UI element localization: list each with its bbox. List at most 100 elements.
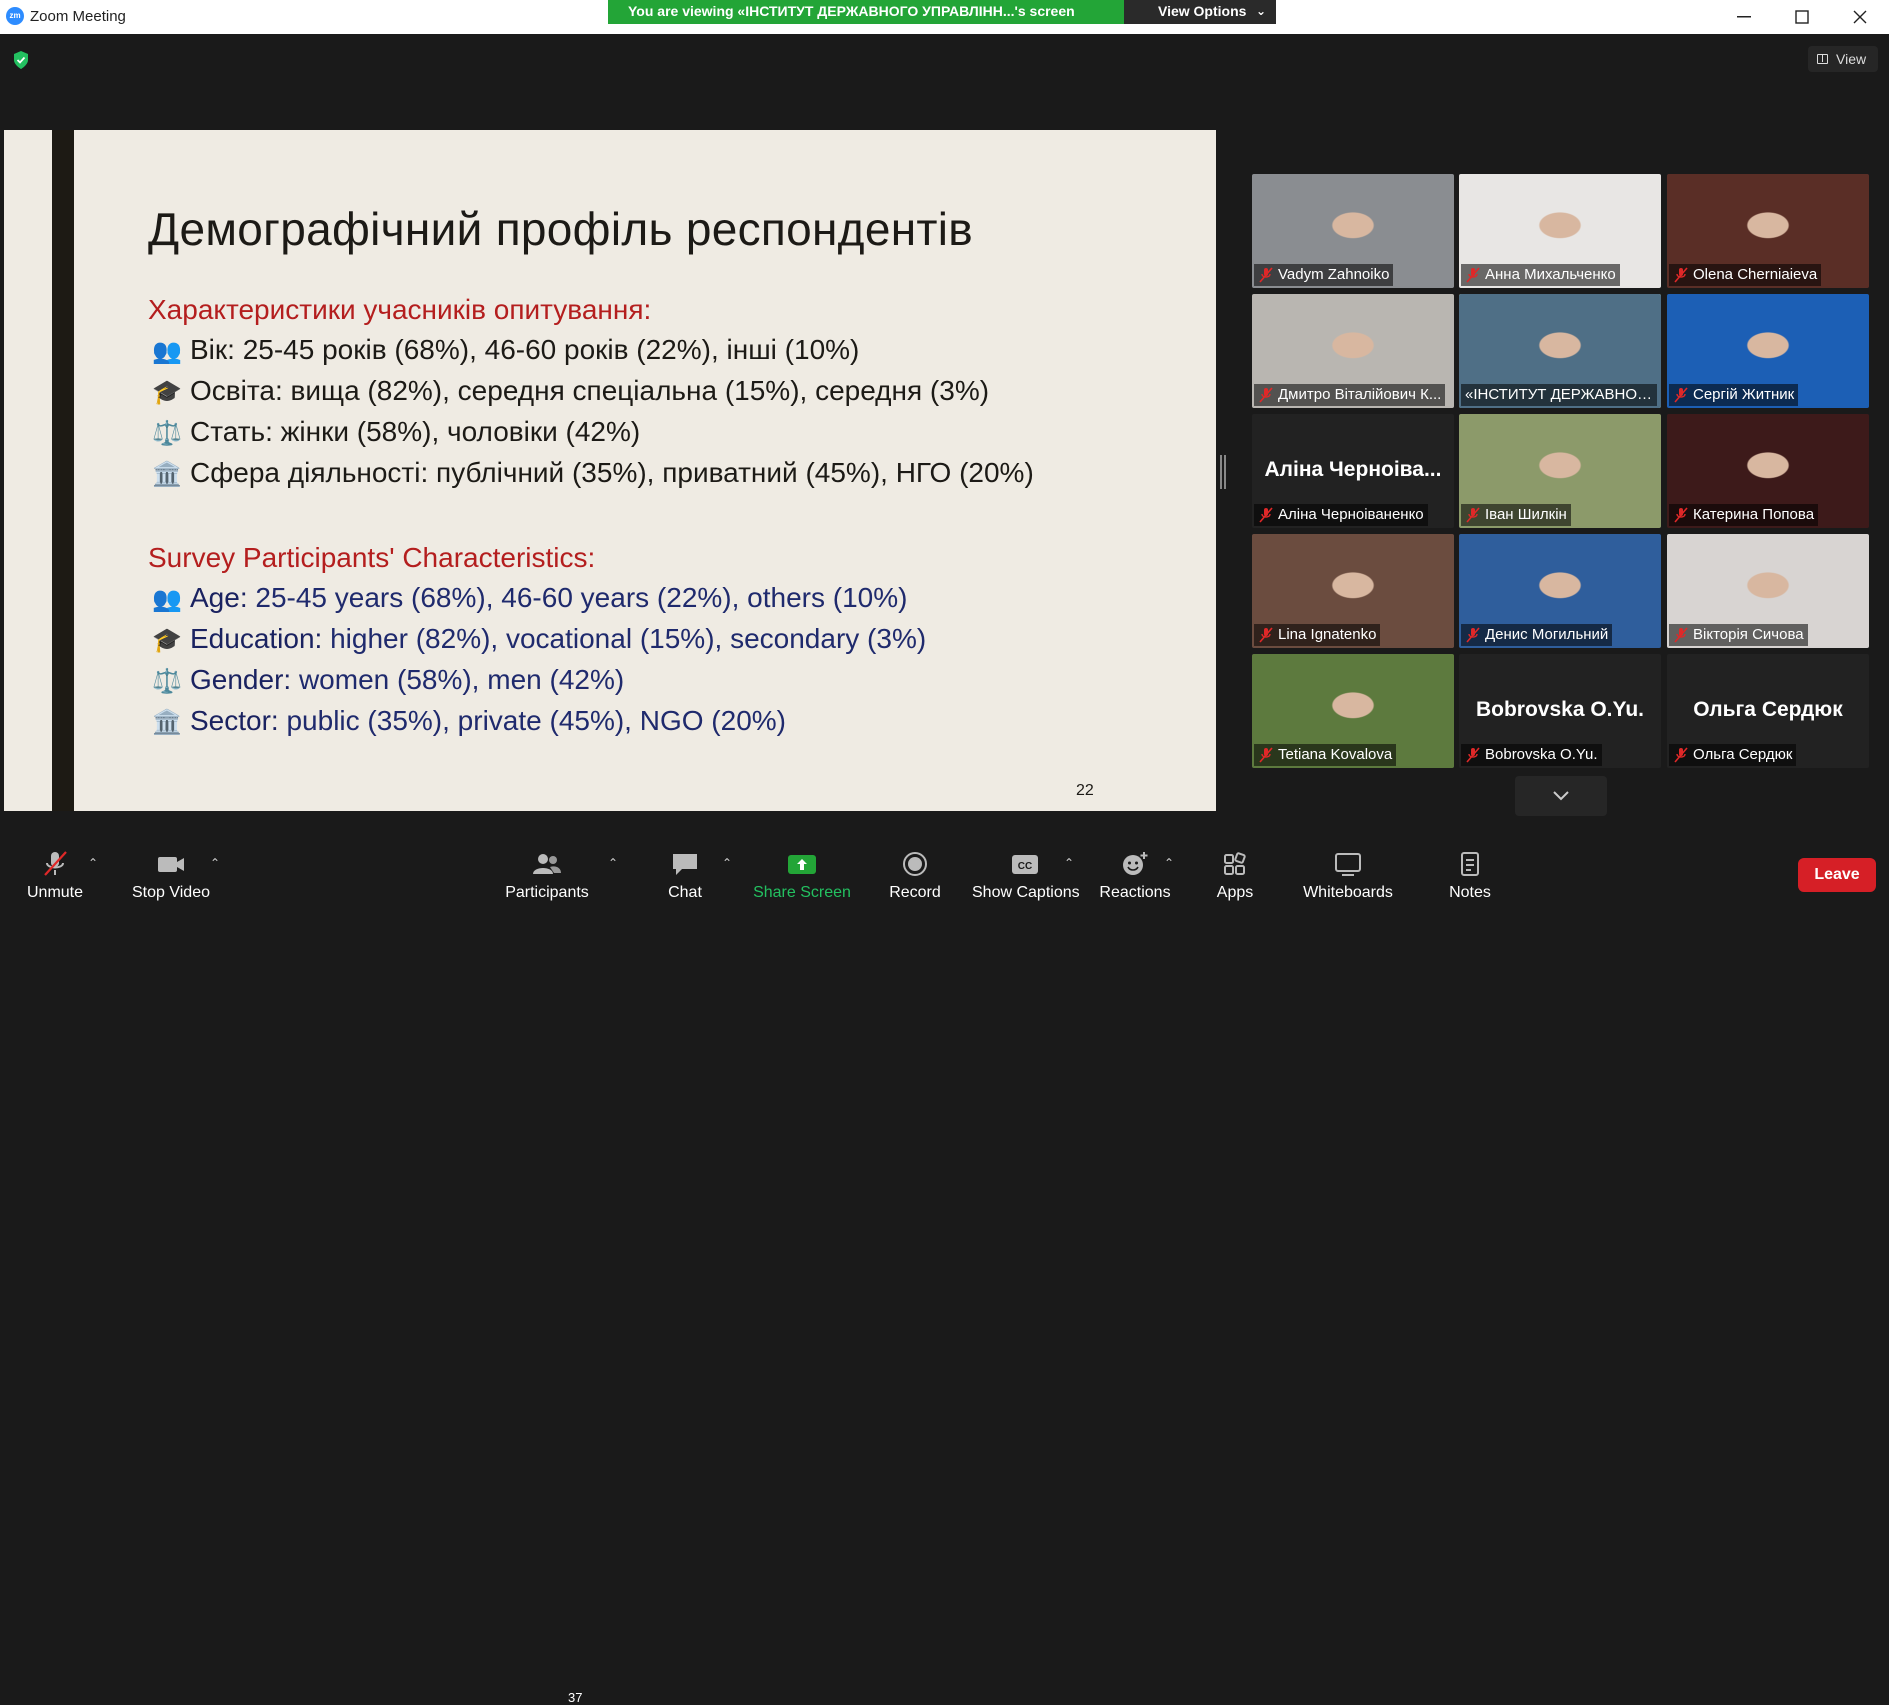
participant-tile[interactable]: Катерина Попова [1667,414,1869,528]
window-title: Zoom Meeting [30,8,126,25]
whiteboards-label: Whiteboards [1303,884,1393,901]
bullet-value: вища (82%), середня спеціальна (15%), се… [282,375,990,406]
audio-options-caret-icon[interactable]: ⌃ [88,856,98,870]
participant-tile[interactable]: Tetiana Kovalova [1252,654,1454,768]
participant-tile[interactable]: Olena Cherniaieva [1667,174,1869,288]
building-icon: 🏛️ [152,709,182,736]
muted-microphone-icon [1674,267,1688,283]
graduation-cap-icon: 🎓 [152,379,182,406]
chevron-down-icon: ⌄ [1255,4,1266,18]
muted-microphone-icon [1466,267,1480,283]
muted-microphone-icon [1259,627,1273,643]
close-icon [1853,10,1867,24]
maximize-icon [1795,10,1809,24]
apps-label: Apps [1216,884,1254,901]
participant-tile[interactable]: Дмитро Віталійович К... [1252,294,1454,408]
participant-name: Lina Ignatenko [1278,626,1377,643]
panel-resize-handle[interactable] [1220,455,1226,489]
slide-en-item: 👥 Age: 25-45 years (68%), 46-60 years (22… [152,582,907,614]
chat-options-caret-icon[interactable]: ⌃ [722,856,732,870]
reactions-options-caret-icon[interactable]: ⌃ [1164,856,1174,870]
participant-tile[interactable]: Вікторія Сичова [1667,534,1869,648]
slide-en-item: ⚖️ Gender: women (58%), men (42%) [152,664,624,696]
leave-meeting-button[interactable]: Leave [1798,858,1876,892]
closed-captions-icon: CC [1012,855,1038,874]
participant-tile[interactable]: Аліна Черноіва... Аліна Черноіваненко [1252,414,1454,528]
bullet-value: 25-45 років (68%), 46-60 років (22%), ін… [234,334,860,365]
chat-button[interactable]: Chat [655,850,715,902]
muted-microphone-icon [1259,387,1273,403]
captions-options-caret-icon[interactable]: ⌃ [1064,856,1074,870]
scales-icon: ⚖️ [152,668,182,695]
graduation-cap-icon: 🎓 [152,627,182,654]
participant-name-placeholder: Аліна Черноіва... [1264,458,1442,481]
participant-tile[interactable]: Ольга Сердюк Ольга Сердюк [1667,654,1869,768]
minimize-icon [1737,16,1751,18]
minimize-button[interactable] [1716,2,1772,32]
bullet-key: Age: [190,582,248,613]
participant-name: Bobrovska O.Yu. [1485,746,1598,763]
muted-microphone-icon [1466,507,1480,523]
participants-button[interactable]: Participants [502,850,592,902]
encryption-shield-icon[interactable] [12,50,30,70]
show-captions-button[interactable]: CC Show Captions [972,850,1080,902]
svg-text:CC: CC [1018,861,1032,872]
bullet-key: Стать: [190,416,273,447]
participant-tile[interactable]: Vadym Zahnoiko [1252,174,1454,288]
reactions-smiley-icon [1123,852,1148,875]
show-captions-label: Show Captions [972,884,1080,901]
participant-tile[interactable]: Анна Михальченко [1459,174,1661,288]
slide-en-heading: Survey Participants' Characteristics: [148,542,596,573]
zoom-logo-icon: zm [6,7,24,25]
unmute-button[interactable]: Unmute [20,850,90,902]
scales-icon: ⚖️ [152,420,182,447]
participant-name: Іван Шилкін [1485,506,1567,523]
video-options-caret-icon[interactable]: ⌃ [210,856,220,870]
participant-name-label: Tetiana Kovalova [1254,744,1397,766]
participant-name-label: Анна Михальченко [1461,264,1620,286]
bullet-key: Сфера діяльності: [190,457,429,488]
apps-button[interactable]: Apps [1214,850,1256,902]
apps-icon [1224,852,1246,875]
close-window-button[interactable] [1832,2,1888,32]
notes-icon [1461,852,1479,876]
participant-name-label: Вікторія Сичова [1669,624,1808,646]
meeting-toolbar: Unmute ⌃ Stop Video ⌃ Participants 37 ⌃ … [0,836,1889,1705]
bullet-value: жінки (58%), чоловіки (42%) [272,416,641,447]
participant-tile[interactable]: Сергій Житник [1667,294,1869,408]
video-camera-icon [158,857,184,872]
whiteboard-icon [1335,853,1361,876]
slide-left-margin [4,130,52,811]
view-button-label: View [1836,51,1867,67]
participants-label: Participants [505,884,589,901]
record-button[interactable]: Record [880,850,950,902]
stop-video-button[interactable]: Stop Video [128,850,214,902]
participant-tile[interactable]: Іван Шилкін [1459,414,1661,528]
gallery-next-page-button[interactable] [1515,776,1607,816]
slide-ua-item: 🎓 Освіта: вища (82%), середня спеціальна … [152,375,989,407]
participant-tile[interactable]: Денис Могильний [1459,534,1661,648]
participants-count: 37 [568,1690,583,1705]
participant-name-placeholder: Ольга Сердюк [1693,698,1843,721]
slide-ua-item: ⚖️ Стать: жінки (58%), чоловіки (42%) [152,416,640,448]
participant-name-label: Денис Могильний [1461,624,1613,646]
participant-name-label: Bobrovska O.Yu. [1461,744,1602,766]
participant-tile[interactable]: Lina Ignatenko [1252,534,1454,648]
building-icon: 🏛️ [152,461,182,488]
whiteboards-button[interactable]: Whiteboards [1300,850,1396,902]
view-layout-button[interactable]: View [1808,46,1878,72]
slide-ua-item: 🏛️ Сфера діяльності: публічний (35%), при… [152,457,1034,489]
participant-tile[interactable]: Bobrovska O.Yu. Bobrovska O.Yu. [1459,654,1661,768]
screen-share-banner: You are viewing «ІНСТИТУТ ДЕРЖАВНОГО УПР… [608,0,1276,24]
participant-name: Дмитро Віталійович К... [1278,386,1442,403]
reactions-label: Reactions [1099,884,1171,901]
reactions-button[interactable]: Reactions [1098,850,1172,902]
participant-tile[interactable]: «ІНСТИТУТ ДЕРЖАВНОГ... [1459,294,1661,408]
notes-button[interactable]: Notes [1444,850,1496,902]
participant-name: Tetiana Kovalova [1278,746,1393,763]
participants-options-caret-icon[interactable]: ⌃ [608,856,618,870]
share-screen-button[interactable]: Share Screen [752,850,852,902]
chat-bubble-icon [673,854,697,875]
view-options-button[interactable]: View Options ⌄ [1124,0,1276,24]
maximize-button[interactable] [1774,2,1830,32]
